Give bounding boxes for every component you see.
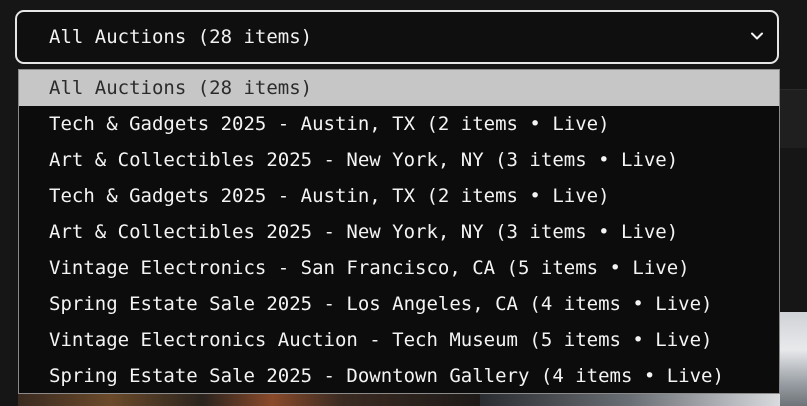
auction-filter-select[interactable]: All Auctions (28 items) [15, 10, 779, 64]
auction-option[interactable]: Art & Collectibles 2025 - New York, NY (… [19, 142, 779, 178]
background-item-image [18, 394, 480, 406]
auction-option[interactable]: Vintage Electronics - San Francisco, CA … [19, 250, 779, 286]
auction-option[interactable]: Art & Collectibles 2025 - New York, NY (… [19, 214, 779, 250]
auction-option-all[interactable]: All Auctions (28 items) [19, 70, 779, 106]
auction-filter-selected-value: All Auctions (28 items) [49, 26, 313, 48]
background-item-image [480, 394, 780, 406]
auction-option[interactable]: Tech & Gadgets 2025 - Austin, TX (2 item… [19, 178, 779, 214]
chevron-down-icon [751, 32, 763, 40]
auction-option[interactable]: Spring Estate Sale 2025 - Los Angeles, C… [19, 286, 779, 322]
auction-option[interactable]: Vintage Electronics Auction - Tech Museu… [19, 322, 779, 358]
auction-option[interactable]: Spring Estate Sale 2025 - Downtown Galle… [19, 358, 779, 393]
background-panel [780, 89, 807, 148]
auction-filter-options-list[interactable]: All Auctions (28 items) Tech & Gadgets 2… [18, 69, 780, 394]
page: All Auctions (28 items) All Auctions (28… [0, 0, 807, 406]
background-item-image [780, 312, 807, 406]
auction-option[interactable]: Tech & Gadgets 2025 - Austin, TX (2 item… [19, 106, 779, 142]
